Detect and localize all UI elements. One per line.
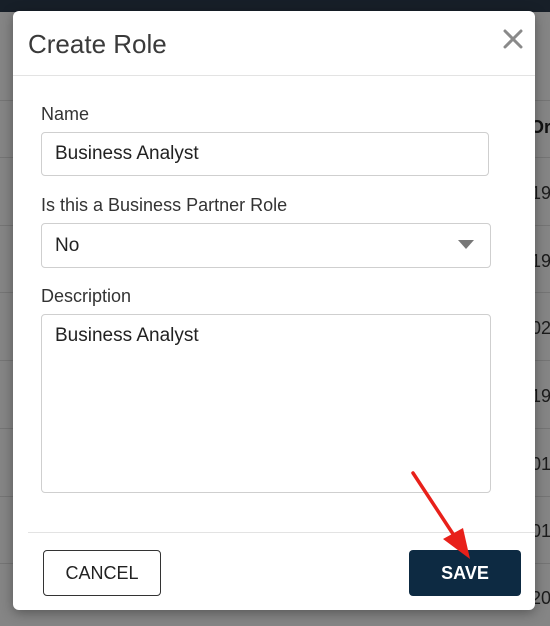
header-divider xyxy=(13,75,535,76)
description-textarea[interactable]: Business Analyst xyxy=(41,314,491,493)
arrow-annotation-icon xyxy=(411,471,470,559)
cancel-button[interactable]: CANCEL xyxy=(43,550,161,596)
partner-role-label: Is this a Business Partner Role xyxy=(41,195,288,215)
chevron-down-icon xyxy=(458,240,474,249)
partner-role-select[interactable]: No xyxy=(41,223,491,268)
partner-role-selected-value: No xyxy=(55,235,80,256)
dialog-title: Create Role xyxy=(28,29,167,59)
description-label: Description xyxy=(41,286,132,306)
name-input[interactable] xyxy=(41,132,489,176)
close-icon[interactable] xyxy=(501,27,525,51)
create-role-dialog: Create Role Name Is this a Business Part… xyxy=(13,11,535,610)
name-label: Name xyxy=(41,104,90,124)
